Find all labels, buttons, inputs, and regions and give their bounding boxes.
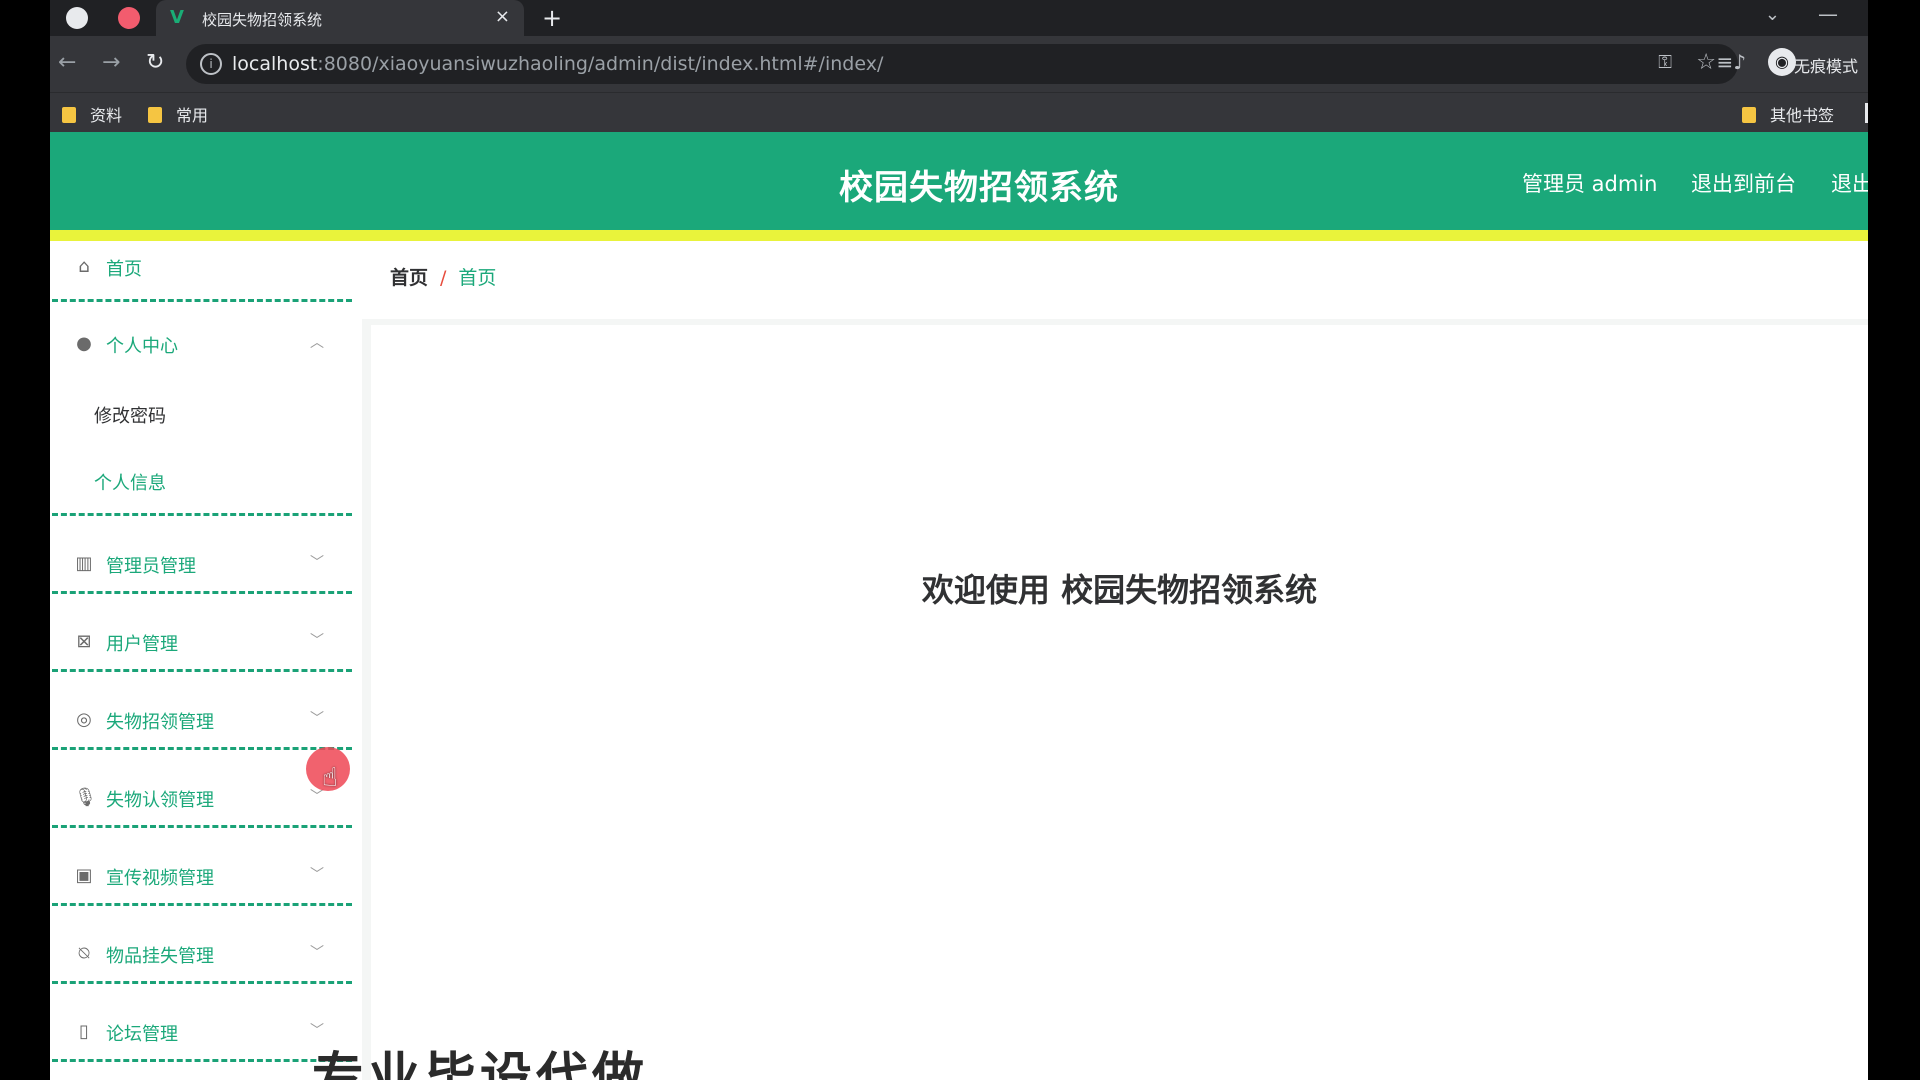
tab-close-icon[interactable]: × (495, 6, 510, 27)
chevron-up-icon: ︿ (310, 335, 324, 351)
sidebar-item-label: 首页 (106, 259, 142, 280)
divider (52, 981, 352, 984)
vue-favicon-icon: V (170, 7, 184, 28)
breadcrumb: 首页 / 首页 (390, 263, 496, 290)
sidebar: ⌂ 首页 ● 个人中心 ︿ 修改密码 个人信息 ▥ 管理员管理 ﹀ ⊠ 用户管理… (50, 241, 362, 1080)
battery-icon: ▯ (79, 1021, 89, 1042)
logout-link[interactable]: 退出 (1831, 168, 1868, 198)
chevron-down-icon[interactable]: ⌄ (1765, 4, 1780, 25)
breadcrumb-home[interactable]: 首页 (390, 267, 428, 289)
globe-icon[interactable] (66, 7, 88, 29)
arrow-left-icon[interactable]: ← (58, 50, 76, 75)
sidebar-item-label: 用户管理 (106, 634, 178, 655)
sidebar-item-label: 个人中心 (106, 336, 178, 357)
divider (52, 669, 352, 672)
bookmark-label: 常用 (176, 106, 209, 125)
new-tab-button[interactable]: + (542, 4, 562, 32)
incognito-label[interactable]: 无痕模式 (1794, 53, 1858, 77)
breadcrumb-separator: / (440, 267, 447, 289)
admin-user-label: 管理员 admin (1522, 172, 1658, 196)
books-icon: ▥ (75, 553, 93, 574)
browser-toolbar: ← → ↻ i localhost:8080/xiaoyuansiwuzhaol… (50, 36, 1868, 92)
url-host: localhost (232, 53, 318, 75)
chevron-down-icon: ﹀ (310, 555, 324, 571)
bookmark-folder[interactable]: 资料 (62, 102, 122, 126)
tab-active[interactable]: V 校园失物招领系统 × (156, 0, 524, 36)
welcome-message: 欢迎使用 校园失物招领系统 (921, 571, 1318, 609)
divider (52, 825, 352, 828)
divider (52, 1059, 352, 1062)
info-icon[interactable]: i (200, 53, 222, 75)
chevron-down-icon: ﹀ (310, 711, 324, 727)
bookmark-label: 资料 (90, 106, 123, 125)
main-area: 首页 / 首页 欢迎使用 校园失物招领系统 (362, 241, 1868, 1080)
address-bar[interactable]: i localhost:8080/xiaoyuansiwuzhaoling/ad… (186, 44, 1738, 84)
content-panel: 欢迎使用 校园失物招领系统 (371, 325, 1868, 1080)
divider (52, 591, 352, 594)
sidebar-item-loss-report-management[interactable]: ⍉ 物品挂失管理 ﹀ (52, 909, 352, 987)
url-path: :8080/xiaoyuansiwuzhaoling/admin/dist/in… (317, 53, 884, 75)
sidebar-item-label: 失物招领管理 (106, 712, 214, 733)
sidebar-item-personal-center[interactable]: ● 个人中心 ︿ (52, 305, 352, 383)
folder-icon (62, 107, 76, 123)
sidebar-item-video-management[interactable]: ▣ 宣传视频管理 ﹀ (52, 831, 352, 909)
bell-off-icon: ⍉ (78, 943, 90, 964)
breadcrumb-current: 首页 (458, 267, 497, 289)
sidebar-subitem-profile[interactable]: 个人信息 (94, 469, 166, 495)
sidebar-item-admin-management[interactable]: ▥ 管理员管理 ﹀ (52, 519, 352, 597)
bookmarks-bar: 资料 常用 其他书签 (50, 92, 1868, 133)
browser-window: V 校园失物招领系统 × + ⌄ — ← → ↻ i localhost:808… (50, 0, 1868, 1080)
home-icon: ⌂ (78, 256, 90, 277)
media-control-icon[interactable]: ≡♪ (1716, 50, 1746, 74)
incognito-icon[interactable]: ◉ (1768, 48, 1796, 76)
divider (52, 299, 352, 302)
chevron-down-icon: ﹀ (310, 867, 324, 883)
folder-icon (1742, 107, 1756, 123)
sidebar-item-label: 宣传视频管理 (106, 868, 214, 889)
app-icon[interactable] (118, 7, 140, 29)
user-icon: ● (76, 333, 92, 354)
reload-icon[interactable]: ↻ (146, 50, 164, 75)
chevron-down-icon: ﹀ (310, 633, 324, 649)
key-icon[interactable]: ⚿ (1658, 52, 1672, 73)
other-bookmarks[interactable]: 其他书签 (1742, 102, 1834, 126)
app-header: 校园失物招领系统 管理员 admin 退出到前台 退出 (50, 132, 1868, 241)
tab-title: 校园失物招领系统 (202, 11, 323, 29)
sidebar-item-label: 管理员管理 (106, 556, 196, 577)
overlay-caption: 专业毕设代做 (312, 1048, 649, 1080)
delete-box-icon: ⊠ (76, 631, 92, 652)
target-icon: ◎ (76, 709, 92, 730)
folder-icon (148, 107, 162, 123)
bookmark-separator (1865, 103, 1868, 123)
sidebar-item-forum-management[interactable]: ▯ 论坛管理 ﹀ (52, 987, 352, 1065)
divider (52, 747, 352, 750)
hand-cursor-icon: ☝ (322, 763, 338, 793)
star-icon[interactable]: ☆ (1696, 50, 1716, 75)
exit-to-front-link[interactable]: 退出到前台 (1691, 168, 1796, 198)
tab-bar: V 校园失物招领系统 × + ⌄ — (50, 0, 1868, 36)
divider (52, 513, 352, 516)
bookmark-folder[interactable]: 常用 (148, 102, 208, 126)
sidebar-item-label: 物品挂失管理 (106, 946, 214, 967)
microphone-icon: 🎙 (74, 787, 97, 808)
sidebar-subitem-change-password[interactable]: 修改密码 (94, 402, 166, 428)
arrow-right-icon[interactable]: → (102, 50, 120, 75)
sidebar-item-label: 论坛管理 (106, 1024, 178, 1045)
sidebar-item-user-management[interactable]: ⊠ 用户管理 ﹀ (52, 597, 352, 675)
breadcrumb-bar: 首页 / 首页 (362, 241, 1868, 319)
url-text[interactable]: localhost:8080/xiaoyuansiwuzhaoling/admi… (232, 53, 883, 75)
sidebar-item-lost-found-management[interactable]: ◎ 失物招领管理 ﹀ (52, 675, 352, 753)
sidebar-item-label: 失物认领管理 (106, 790, 214, 811)
divider (52, 903, 352, 906)
minimize-icon[interactable]: — (1818, 2, 1838, 26)
clipboard-icon: ▣ (75, 865, 93, 886)
bookmark-label: 其他书签 (1770, 106, 1835, 125)
chevron-down-icon: ﹀ (310, 945, 324, 961)
